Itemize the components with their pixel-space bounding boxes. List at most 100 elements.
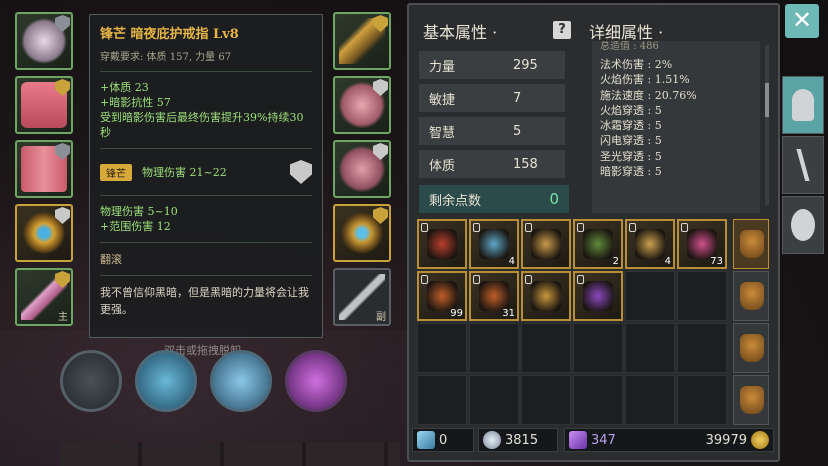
- lock-icon: [421, 275, 428, 284]
- blue-gem-cluster-icon: [479, 229, 509, 259]
- inventory-empty-slot[interactable]: [417, 375, 467, 425]
- inventory-item[interactable]: [417, 219, 467, 269]
- detail-line: 火焰伤害 : 1.51%: [600, 73, 690, 87]
- remaining-points: 剩余点数 0: [419, 185, 569, 213]
- tickets-value: 0: [439, 432, 448, 448]
- tab-settings[interactable]: [782, 196, 824, 254]
- inventory-empty-slot[interactable]: [573, 375, 623, 425]
- item-description: 我不曾信仰黑暗，但是黑暗的力量将会让我更强。: [100, 286, 309, 316]
- bag-tab-2[interactable]: [733, 271, 769, 321]
- item-tooltip: 锋芒 暗夜庇护戒指 Lv8 穿戴要求: 体质 157, 力量 67 +体质 23…: [89, 14, 323, 338]
- inventory-empty-slot[interactable]: [417, 323, 467, 373]
- inventory-empty-slot[interactable]: [469, 375, 519, 425]
- detail-line: 施法速度 : 20.76%: [600, 88, 697, 102]
- inventory-empty-slot[interactable]: [677, 271, 727, 321]
- inventory-empty-slot[interactable]: [625, 375, 675, 425]
- gold-coin-icon: [751, 431, 769, 449]
- inventory-item[interactable]: [521, 219, 571, 269]
- map-scroll-icon: [635, 229, 665, 259]
- equip-slot-ring-2[interactable]: [333, 204, 391, 262]
- inventory-empty-slot[interactable]: [469, 323, 519, 373]
- stat-name: 力量: [429, 59, 456, 75]
- skill-sword-icon[interactable]: [60, 350, 122, 412]
- equip-slot-armor[interactable]: [15, 76, 73, 134]
- inventory-empty-slot[interactable]: [625, 323, 675, 373]
- lock-icon: [525, 223, 532, 232]
- basic-attributes-title: 基本属性 ·: [423, 23, 498, 42]
- inventory-item[interactable]: 73: [677, 219, 727, 269]
- detail-line: 冰霜穿透 : 5: [600, 119, 662, 133]
- inventory-item[interactable]: 31: [469, 271, 519, 321]
- tab-equipment[interactable]: [782, 76, 824, 134]
- skill-slash-icon[interactable]: [285, 350, 347, 412]
- scrollbar-thumb[interactable]: [765, 83, 769, 117]
- item-count: 2: [612, 256, 619, 267]
- stat-name: 体质: [429, 158, 456, 174]
- detail-attributes-list[interactable]: 总造值 : 486 法术伤害 : 2% 火焰伤害 : 1.51% 施法速度 : …: [592, 41, 760, 213]
- inventory-empty-slot[interactable]: [521, 323, 571, 373]
- equip-slot-main-weapon[interactable]: 主: [15, 268, 73, 326]
- inventory-empty-slot[interactable]: [625, 271, 675, 321]
- inventory-item[interactable]: 99: [417, 271, 467, 321]
- purple-gem-icon: [569, 431, 587, 449]
- equip-slot-gloves[interactable]: [333, 76, 391, 134]
- inventory-empty-slot[interactable]: [677, 323, 727, 373]
- divider: [100, 275, 312, 276]
- stat-strength: 力量 295: [419, 51, 565, 79]
- item-count: 4: [508, 256, 515, 267]
- parchment-icon: [531, 281, 561, 311]
- detail-line: 圣光穿透 : 5: [600, 149, 662, 163]
- equip-slot-off-hand[interactable]: 副: [333, 268, 391, 326]
- item-count: 73: [710, 256, 723, 267]
- inventory-item[interactable]: [573, 271, 623, 321]
- lock-icon: [421, 223, 428, 232]
- bag-tab-1[interactable]: [733, 219, 769, 269]
- help-icon[interactable]: ?: [553, 21, 571, 39]
- inventory-item[interactable]: 4: [625, 219, 675, 269]
- inventory-item[interactable]: 2: [573, 219, 623, 269]
- inventory-empty-slot[interactable]: [521, 375, 571, 425]
- stat-value: 7: [513, 90, 522, 106]
- detail-scrollbar[interactable]: [765, 45, 769, 205]
- green-orb-icon: [583, 229, 613, 259]
- inventory-empty-slot[interactable]: [573, 323, 623, 373]
- silver-value: 3815: [505, 432, 539, 448]
- bonus-line: +暗影抗性 57: [100, 96, 171, 109]
- stat-agility: 敏捷 7: [419, 84, 565, 112]
- bag-tab-3[interactable]: [733, 323, 769, 373]
- tab-weapons[interactable]: [782, 136, 824, 194]
- detail-attributes-title: 详细属性 ·: [589, 23, 664, 42]
- inventory-empty-slot[interactable]: [677, 375, 727, 425]
- equip-slot-helmet[interactable]: [15, 12, 73, 70]
- equip-slot-necklace[interactable]: [333, 12, 391, 70]
- shield-icon: [290, 160, 312, 184]
- inventory-item[interactable]: [521, 271, 571, 321]
- stat-line: 物理伤害 5~10: [100, 205, 178, 218]
- scroll-icon: [531, 229, 561, 259]
- stat-value: 295: [513, 57, 538, 73]
- silver-icon: [483, 431, 501, 449]
- detail-line: 火焰穿透 : 5: [600, 103, 662, 117]
- equip-slot-pants[interactable]: [15, 140, 73, 198]
- skill-wave-icon[interactable]: [135, 350, 197, 412]
- remaining-label: 剩余点数: [429, 193, 482, 209]
- equip-slot-ring-selected[interactable]: [15, 204, 73, 262]
- item-count: 31: [502, 308, 515, 319]
- swirl-disc-icon: [479, 281, 509, 311]
- detail-line-truncated: 总造值 : 486: [600, 41, 659, 52]
- equip-slot-boots[interactable]: [333, 140, 391, 198]
- bag-tab-4[interactable]: [733, 375, 769, 425]
- gold-value: 39979: [705, 432, 747, 448]
- detail-line: 暗影穿透 : 5: [600, 165, 662, 179]
- close-button[interactable]: ✕: [785, 4, 819, 38]
- lock-icon: [577, 223, 584, 232]
- item-requirements: 穿戴要求: 体质 157, 力量 67: [100, 52, 232, 63]
- inventory-item[interactable]: 4: [469, 219, 519, 269]
- skill-whirl-icon[interactable]: [210, 350, 272, 412]
- detail-line: 闪电穿透 : 5: [600, 134, 662, 148]
- item-title: 锋芒 暗夜庇护戒指 Lv8: [100, 27, 239, 42]
- lock-icon: [525, 275, 532, 284]
- affix-text: 物理伤害 21~22: [142, 166, 227, 179]
- roll-label: 翻滚: [100, 253, 122, 266]
- currency-tickets: 0: [412, 428, 474, 452]
